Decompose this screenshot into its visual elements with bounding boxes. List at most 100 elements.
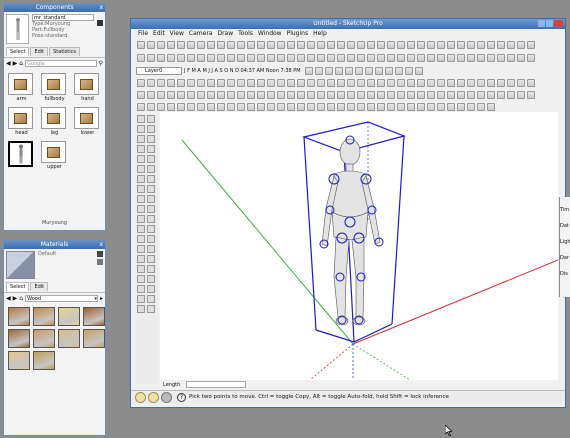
component-item-hand[interactable]: hand (74, 73, 101, 102)
toolbar-button[interactable] (177, 102, 185, 111)
toolbar-button[interactable] (487, 53, 495, 62)
toolbar-button[interactable] (527, 90, 535, 99)
tool-button[interactable] (147, 285, 155, 293)
toolbar-button[interactable] (497, 78, 505, 87)
toolbar-button[interactable] (397, 90, 405, 99)
tool-button[interactable] (137, 215, 145, 223)
toolbar-button[interactable] (477, 53, 485, 62)
geo-location-icon[interactable] (135, 391, 146, 403)
toolbar-button[interactable] (487, 90, 495, 99)
toolbar-button[interactable] (237, 102, 245, 111)
toolbar-button[interactable] (477, 90, 485, 99)
toolbar-button[interactable] (397, 78, 405, 87)
toolbar-button[interactable] (147, 53, 155, 62)
toolbar-button[interactable] (167, 90, 175, 99)
credits-icon[interactable] (148, 391, 159, 403)
tool-button[interactable] (137, 165, 145, 173)
toolbar-button[interactable] (517, 53, 525, 62)
toolbar-button[interactable] (374, 66, 383, 75)
toolbar-button[interactable] (417, 40, 425, 49)
toolbar-button[interactable] (267, 90, 275, 99)
toolbar-button[interactable] (507, 78, 515, 87)
toolbar-button[interactable] (457, 90, 465, 99)
layer-select[interactable]: Layer0 (136, 66, 182, 75)
toolbar-button[interactable] (167, 40, 175, 49)
toolbar-button[interactable] (347, 78, 355, 87)
tool-button[interactable] (137, 255, 145, 263)
toolbar-button[interactable] (377, 78, 385, 87)
tool-button[interactable] (147, 235, 155, 243)
toolbar-button[interactable] (177, 53, 185, 62)
toolbar-button[interactable] (427, 53, 435, 62)
toolbar-button[interactable] (394, 66, 403, 75)
tool-button[interactable] (137, 245, 145, 253)
menu-item-window[interactable]: Window (258, 29, 282, 38)
toolbar-button[interactable] (257, 90, 265, 99)
toolbar-button[interactable] (207, 53, 215, 62)
toolbar-button[interactable] (247, 90, 255, 99)
component-item-arm[interactable]: arm (8, 73, 35, 102)
toolbar-button[interactable] (517, 40, 525, 49)
tab-statistics[interactable]: Statistics (49, 47, 80, 56)
toolbar-button[interactable] (147, 102, 155, 111)
toolbar-button[interactable] (477, 40, 485, 49)
toolbar-button[interactable] (487, 40, 495, 49)
menu-item-file[interactable]: File (138, 29, 148, 38)
toolbar-button[interactable] (357, 53, 365, 62)
toolbar-button[interactable] (277, 78, 285, 87)
toolbar-button[interactable] (347, 53, 355, 62)
toolbar-button[interactable] (297, 78, 305, 87)
material-swatch[interactable] (33, 329, 55, 348)
toolbar-button[interactable] (497, 90, 505, 99)
toolbar-button[interactable] (357, 40, 365, 49)
toolbar-button[interactable] (287, 102, 295, 111)
close-icon[interactable] (554, 20, 563, 27)
toolbar-button[interactable] (417, 78, 425, 87)
toolbar-button[interactable] (137, 102, 145, 111)
back-arrow-icon[interactable]: ◀ (6, 60, 11, 67)
toolbar-button[interactable] (237, 53, 245, 62)
toolbar-button[interactable] (407, 40, 415, 49)
toolbar-button[interactable] (414, 66, 423, 75)
toolbar-button[interactable] (337, 102, 345, 111)
toolbar-button[interactable] (337, 53, 345, 62)
toolbar-button[interactable] (307, 90, 315, 99)
toolbar-button[interactable] (497, 53, 505, 62)
tool-button[interactable] (137, 155, 145, 163)
toolbar-button[interactable] (307, 40, 315, 49)
toolbar-button[interactable] (237, 90, 245, 99)
tool-button[interactable] (147, 115, 155, 123)
material-swatch[interactable] (8, 351, 30, 370)
toolbar-button[interactable] (197, 53, 205, 62)
toolbar-button[interactable] (387, 102, 395, 111)
component-item-lower[interactable]: lower (74, 107, 101, 136)
toolbar-button[interactable] (227, 78, 235, 87)
menu-item-view[interactable]: View (170, 29, 184, 38)
toolbar-button[interactable] (367, 78, 375, 87)
toolbar-button[interactable] (457, 53, 465, 62)
toolbar-button[interactable] (197, 78, 205, 87)
toolbar-button[interactable] (447, 40, 455, 49)
toolbar-button[interactable] (507, 53, 515, 62)
toolbar-button[interactable] (197, 90, 205, 99)
tool-button[interactable] (137, 225, 145, 233)
menu-item-camera[interactable]: Camera (189, 29, 213, 38)
toolbar-button[interactable] (327, 90, 335, 99)
toolbar-button[interactable] (427, 90, 435, 99)
toolbar-button[interactable] (437, 40, 445, 49)
toolbar-button[interactable] (167, 78, 175, 87)
toolbar-button[interactable] (297, 102, 305, 111)
toolbar-button[interactable] (304, 66, 313, 75)
toolbar-button[interactable] (347, 40, 355, 49)
tool-button[interactable] (147, 255, 155, 263)
toolbar-button[interactable] (247, 53, 255, 62)
tool-button[interactable] (147, 185, 155, 193)
toolbar-button[interactable] (317, 102, 325, 111)
toolbar-button[interactable] (247, 102, 255, 111)
toolbar-button[interactable] (147, 40, 155, 49)
toolbar-button[interactable] (327, 78, 335, 87)
toolbar-button[interactable] (307, 102, 315, 111)
toolbar-button[interactable] (387, 78, 395, 87)
paint-bucket-icon[interactable] (97, 251, 103, 257)
tool-button[interactable] (137, 125, 145, 133)
